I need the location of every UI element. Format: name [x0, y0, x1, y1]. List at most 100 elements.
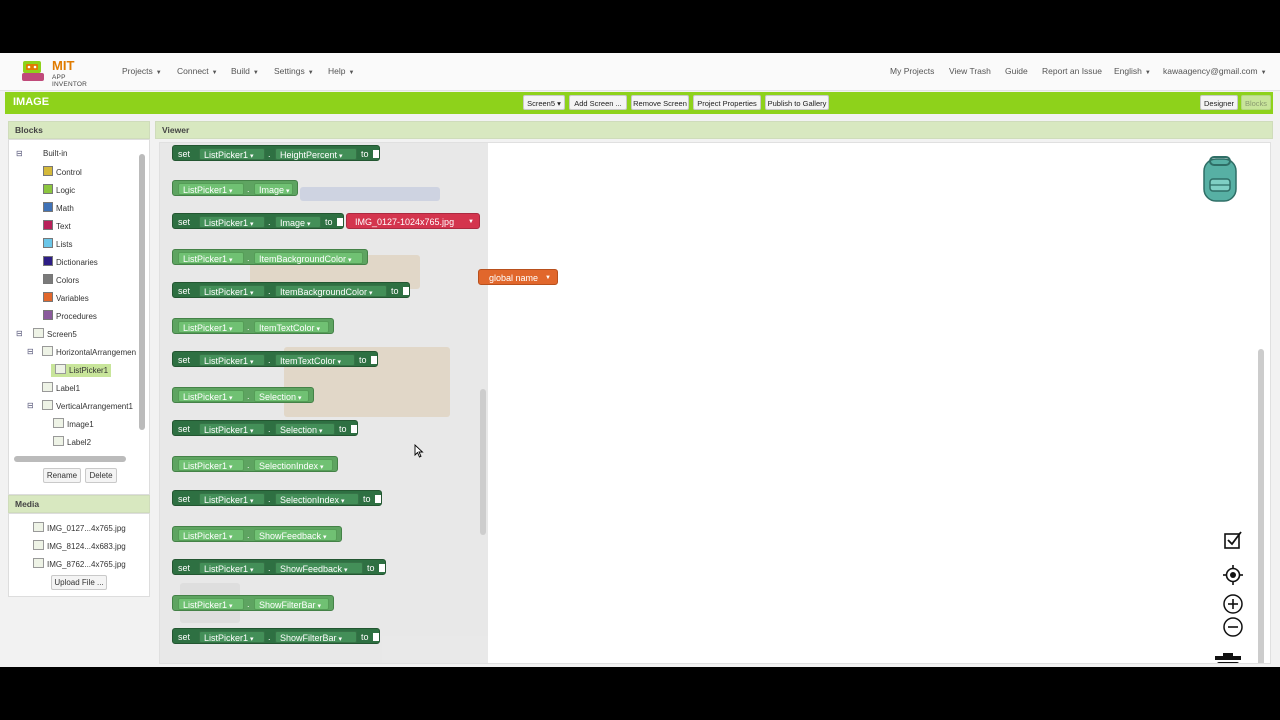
collapse-horizontal-icon[interactable]: ⊟	[27, 347, 34, 356]
category-colors[interactable]: Colors	[43, 274, 79, 287]
property-dropdown[interactable]: ItemTextColor ▾	[275, 354, 355, 366]
menu-build[interactable]: Build ▼	[231, 66, 259, 76]
blocks-button[interactable]: Blocks	[1241, 95, 1271, 110]
zoom-in-icon[interactable]	[1222, 593, 1244, 615]
collapse-builtin-icon[interactable]: ⊟	[16, 149, 23, 158]
category-variables[interactable]: Variables	[43, 292, 89, 305]
media-file[interactable]: IMG_0127...4x765.jpg	[33, 522, 126, 535]
property-dropdown[interactable]: Selection ▾	[254, 390, 309, 402]
flyout-scrollbar[interactable]	[480, 389, 486, 535]
project-properties-button[interactable]: Project Properties	[693, 95, 761, 110]
component-dropdown[interactable]: ListPicker1 ▾	[199, 631, 265, 643]
set-showfeedback-block[interactable]: set ListPicker1 ▾. ShowFeedback ▾ to	[172, 559, 386, 575]
property-dropdown[interactable]: ShowFeedback ▾	[275, 562, 363, 574]
category-logic[interactable]: Logic	[43, 184, 75, 197]
collapse-screen-icon[interactable]: ⊟	[16, 329, 23, 338]
component-dropdown[interactable]: ListPicker1 ▾	[199, 285, 265, 297]
property-dropdown[interactable]: ItemBackgroundColor ▾	[254, 252, 363, 264]
component-dropdown[interactable]: ListPicker1 ▾	[178, 252, 244, 264]
workspace-scrollbar-vertical[interactable]	[1258, 349, 1264, 663]
menu-help[interactable]: Help ▼	[328, 66, 354, 76]
link-view-trash[interactable]: View Trash	[949, 66, 991, 76]
zoom-out-icon[interactable]	[1222, 616, 1244, 638]
property-dropdown[interactable]: Image ▾	[275, 216, 321, 228]
category-text[interactable]: Text	[43, 220, 71, 233]
set-showfilterbar-block[interactable]: set ListPicker1 ▾. ShowFilterBar ▾ to	[172, 628, 380, 644]
tree-horizontal-arrangement[interactable]: HorizontalArrangemen	[42, 346, 136, 359]
component-dropdown[interactable]: ListPicker1 ▾	[199, 562, 265, 574]
set-itemtextcolor-block[interactable]: set ListPicker1 ▾. ItemTextColor ▾ to	[172, 351, 378, 367]
tree-screen5[interactable]: Screen5	[33, 328, 77, 341]
component-dropdown[interactable]: ListPicker1 ▾	[178, 598, 244, 610]
tree-builtin[interactable]: Built-in	[43, 148, 67, 160]
backpack-icon[interactable]	[1196, 155, 1244, 205]
blocks-workspace[interactable]: set ListPicker1 ▾. HeightPercent ▾ to ListPi…	[159, 142, 1271, 664]
category-dictionaries[interactable]: Dictionaries	[43, 256, 98, 269]
cleanup-checkbox-icon[interactable]	[1222, 529, 1244, 551]
property-dropdown[interactable]: ShowFilterBar ▾	[275, 631, 357, 643]
component-dropdown[interactable]: ListPicker1 ▾	[178, 459, 244, 471]
set-selection-block[interactable]: set ListPicker1 ▾. Selection ▾ to	[172, 420, 358, 436]
remove-screen-button[interactable]: Remove Screen	[631, 95, 689, 110]
collapse-vertical-icon[interactable]: ⊟	[27, 401, 34, 410]
designer-button[interactable]: Designer	[1200, 95, 1238, 110]
screen-selector[interactable]: Screen5 ▾	[523, 95, 565, 110]
component-dropdown[interactable]: ListPicker1 ▾	[199, 148, 265, 160]
menu-connect[interactable]: Connect ▼	[177, 66, 218, 76]
trash-icon[interactable]	[1214, 653, 1242, 664]
property-dropdown[interactable]: HeightPercent ▾	[275, 148, 357, 160]
get-showfilterbar-block[interactable]: ListPicker1 ▾. ShowFilterBar ▾	[172, 595, 334, 611]
set-selectionindex-block[interactable]: set ListPicker1 ▾. SelectionIndex ▾ to	[172, 490, 382, 506]
get-itembackgroundcolor-block[interactable]: ListPicker1 ▾. ItemBackgroundColor ▾	[172, 249, 368, 265]
property-dropdown[interactable]: Image ▾	[254, 183, 293, 195]
property-dropdown[interactable]: Selection ▾	[275, 423, 335, 435]
tree-listpicker1[interactable]: ListPicker1	[51, 364, 111, 377]
category-procedures[interactable]: Procedures	[43, 310, 97, 323]
category-math[interactable]: Math	[43, 202, 74, 215]
property-dropdown[interactable]: ShowFilterBar ▾	[254, 598, 329, 610]
tree-label1[interactable]: Label1	[42, 382, 80, 395]
component-dropdown[interactable]: ListPicker1 ▾	[178, 321, 244, 333]
component-dropdown[interactable]: ListPicker1 ▾	[199, 423, 265, 435]
component-dropdown[interactable]: ListPicker1 ▾	[178, 183, 244, 195]
link-report-issue[interactable]: Report an Issue	[1042, 66, 1102, 76]
property-dropdown[interactable]: SelectionIndex ▾	[254, 459, 333, 471]
publish-gallery-button[interactable]: Publish to Gallery	[765, 95, 829, 110]
get-showfeedback-block[interactable]: ListPicker1 ▾. ShowFeedback ▾	[172, 526, 342, 542]
tree-scrollbar-horizontal[interactable]	[14, 456, 126, 462]
component-dropdown[interactable]: ListPicker1 ▾	[199, 354, 265, 366]
global-name-block[interactable]: global name ▼	[478, 269, 558, 285]
menu-projects[interactable]: Projects ▼	[122, 66, 162, 76]
upload-file-button[interactable]: Upload File ...	[51, 575, 107, 590]
link-my-projects[interactable]: My Projects	[890, 66, 934, 76]
get-selectionindex-block[interactable]: ListPicker1 ▾. SelectionIndex ▾	[172, 456, 338, 472]
property-dropdown[interactable]: ItemBackgroundColor ▾	[275, 285, 387, 297]
text-string-block[interactable]: IMG_0127-1024x765.jpg ▼	[346, 213, 480, 229]
tree-scrollbar-vertical[interactable]	[139, 154, 145, 430]
tree-vertical-arrangement[interactable]: VerticalArrangement1	[42, 400, 133, 413]
category-control[interactable]: Control	[43, 166, 82, 179]
menu-account[interactable]: kawaagency@gmail.com ▼	[1163, 66, 1267, 76]
tree-label2[interactable]: Label2	[53, 436, 91, 449]
component-dropdown[interactable]: ListPicker1 ▾	[178, 390, 244, 402]
get-selection-block[interactable]: ListPicker1 ▾. Selection ▾	[172, 387, 314, 403]
delete-button[interactable]: Delete	[85, 468, 117, 483]
property-dropdown[interactable]: ShowFeedback ▾	[254, 529, 337, 541]
property-dropdown[interactable]: SelectionIndex ▾	[275, 493, 359, 505]
tree-image1[interactable]: Image1	[53, 418, 94, 431]
rename-button[interactable]: Rename	[43, 468, 81, 483]
link-guide[interactable]: Guide	[1005, 66, 1028, 76]
component-dropdown[interactable]: ListPicker1 ▾	[199, 216, 265, 228]
component-dropdown[interactable]: ListPicker1 ▾	[199, 493, 265, 505]
set-itembackgroundcolor-block[interactable]: set ListPicker1 ▾. ItemBackgroundColor ▾ to	[172, 282, 410, 298]
set-heightpercent-block[interactable]: set ListPicker1 ▾. HeightPercent ▾ to	[172, 145, 380, 161]
get-image-block[interactable]: ListPicker1 ▾. Image ▾	[172, 180, 298, 196]
mit-app-inventor-logo[interactable]: MIT APP INVENTOR	[20, 56, 102, 88]
menu-language[interactable]: English ▼	[1114, 66, 1151, 76]
property-dropdown[interactable]: ItemTextColor ▾	[254, 321, 329, 333]
set-image-block[interactable]: set ListPicker1 ▾. Image ▾ to	[172, 213, 344, 229]
component-dropdown[interactable]: ListPicker1 ▾	[178, 529, 244, 541]
media-file[interactable]: IMG_8124...4x683.jpg	[33, 540, 126, 553]
add-screen-button[interactable]: Add Screen ...	[569, 95, 627, 110]
recenter-target-icon[interactable]	[1222, 564, 1244, 586]
